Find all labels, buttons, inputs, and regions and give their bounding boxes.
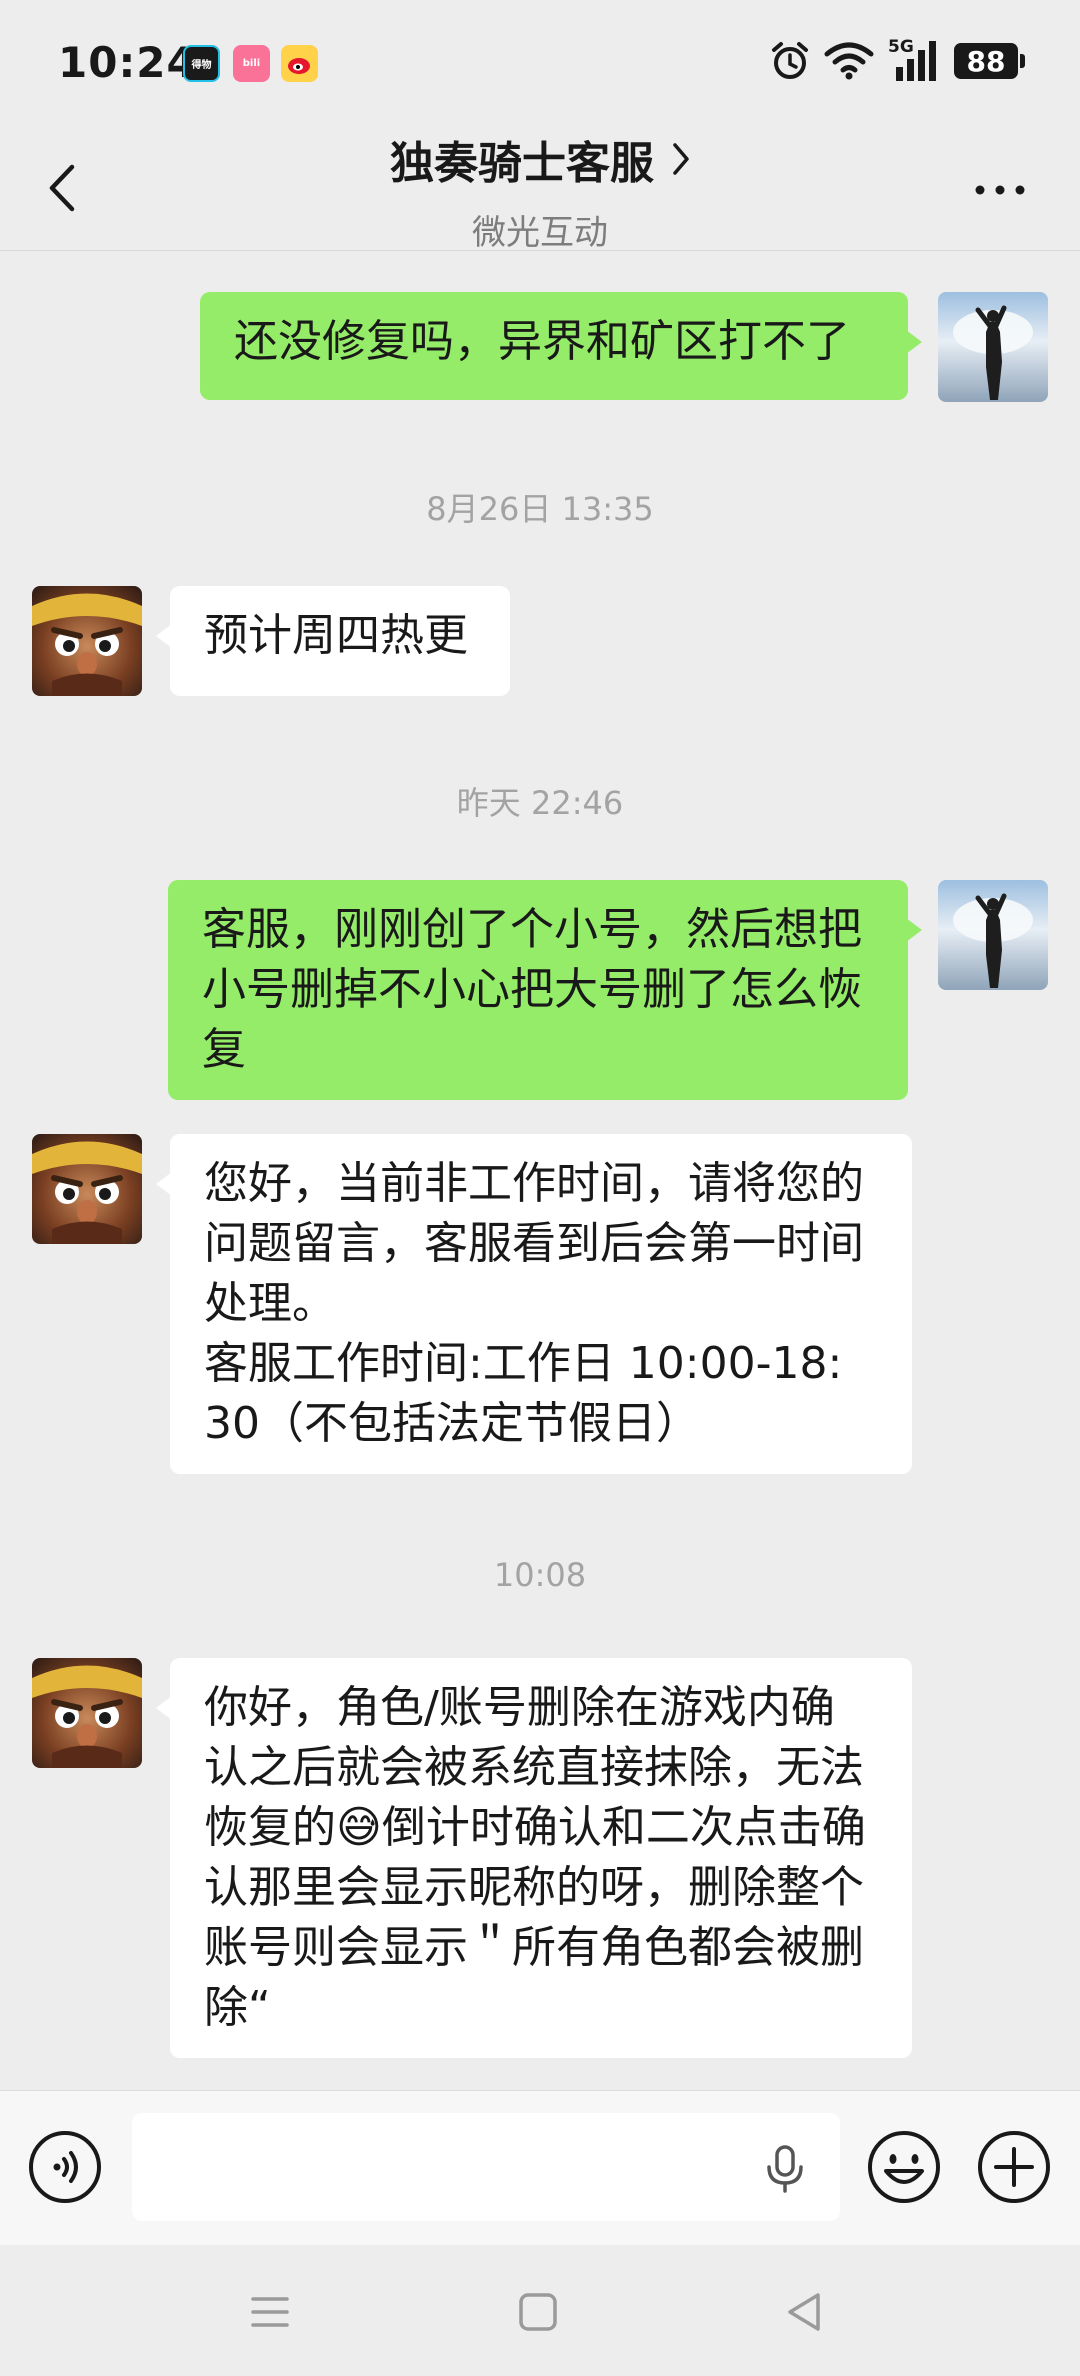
more-functions-button[interactable] <box>976 2129 1052 2205</box>
back-triangle-icon <box>788 2293 820 2331</box>
message-list[interactable]: 还没修复吗，异界和矿区打不了 8月26日 13:35 预计周四热更 昨天 22:… <box>0 252 1080 2090</box>
message-timestamp: 10:08 <box>493 1556 587 1594</box>
contact-avatar[interactable] <box>32 586 142 696</box>
message-bubble-received[interactable]: 你好，角色/账号删除在游戏内确 认之后就会被系统直接抹除，无法 恢复的😅倒计时确… <box>156 1658 912 2058</box>
chat-title-button[interactable]: 独奏骑士客服 <box>390 127 690 191</box>
plus-circle-icon <box>978 2131 1050 2203</box>
alarm-icon <box>772 42 808 79</box>
mic-button[interactable] <box>760 2143 810 2193</box>
message-bubble-sent[interactable]: 还没修复吗，异界和矿区打不了 <box>200 292 922 400</box>
my-avatar[interactable] <box>938 880 1048 990</box>
home-button[interactable] <box>513 2287 563 2337</box>
voice-input-button[interactable] <box>27 2129 103 2205</box>
system-back-button[interactable] <box>780 2287 830 2337</box>
input-bar <box>0 2090 1080 2245</box>
more-dots-icon <box>975 185 1025 195</box>
mic-icon <box>767 2145 803 2193</box>
chat-title: 独奏骑士客服 <box>390 138 654 189</box>
my-avatar[interactable] <box>938 292 1048 402</box>
battery-indicator: 88 <box>954 43 1025 79</box>
chat-header: 独奏骑士客服 微光互动 <box>0 125 1080 254</box>
more-options-button[interactable] <box>970 165 1030 215</box>
contact-avatar[interactable] <box>32 1658 142 1768</box>
app-notification-icon: 得物 <box>183 45 220 82</box>
message-bubble-received[interactable]: 预计周四热更 <box>156 586 510 696</box>
status-indicators: 5G 88 <box>770 37 1025 84</box>
voice-wave-icon <box>29 2131 101 2203</box>
weibo-icon <box>281 45 318 82</box>
home-square-icon <box>519 2293 557 2331</box>
menu-icon <box>251 2297 289 2327</box>
bilibili-icon: bili <box>233 45 270 82</box>
message-input[interactable] <box>132 2113 840 2221</box>
system-nav-bar <box>0 2245 1080 2376</box>
chevron-right-icon <box>673 143 689 175</box>
message-timestamp: 昨天 22:46 <box>456 784 624 822</box>
chat-subtitle: 微光互动 <box>472 213 608 253</box>
recent-apps-button[interactable] <box>245 2287 295 2337</box>
chat-title-area: 独奏骑士客服 微光互动 <box>0 125 1080 254</box>
wifi-icon <box>824 42 874 80</box>
message-bubble-received[interactable]: 您好，当前非工作时间，请将您的 问题留言，客服看到后会第一时间 处理。 客服工作… <box>156 1134 912 1474</box>
emoji-icon <box>868 2131 940 2203</box>
message-timestamp: 8月26日 13:35 <box>426 490 654 528</box>
emoji-button[interactable] <box>866 2129 942 2205</box>
contact-avatar[interactable] <box>32 1134 142 1244</box>
status-time: 10:24 <box>58 38 197 87</box>
message-bubble-sent[interactable]: 客服，刚刚创了个小号，然后想把 小号删掉不小心把大号删了怎么恢 复 <box>168 880 922 1100</box>
signal-icon: 5G <box>888 37 940 83</box>
status-bar: 10:24 得物 bili 5G 88 <box>0 0 1080 125</box>
chat-screen: 10:24 得物 bili 5G 88 独奏骑士客服 微光互动 还没修复吗，异界… <box>0 0 1080 2376</box>
